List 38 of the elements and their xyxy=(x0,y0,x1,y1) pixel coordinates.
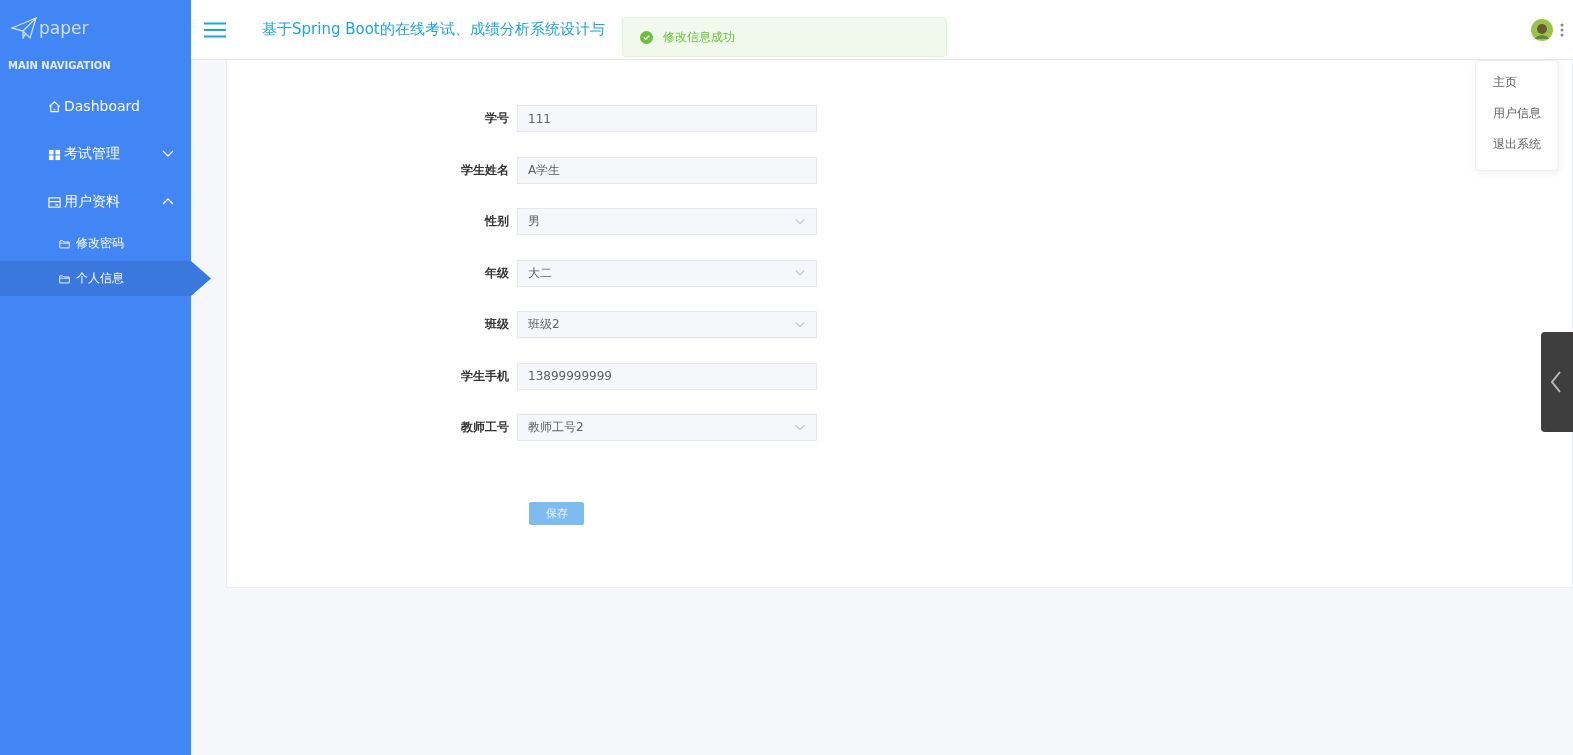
folder-icon xyxy=(59,238,70,249)
folder-icon xyxy=(59,273,70,284)
logo-text: paper xyxy=(39,18,89,38)
app-title: 基于Spring Boot的在线考试、成绩分析系统设计与 xyxy=(262,20,605,39)
input-field[interactable]: 13899999999 xyxy=(517,362,817,390)
field-label: 学生姓名 xyxy=(460,161,510,179)
field-label: 学生手机 xyxy=(460,367,510,385)
sidebar-subitem[interactable]: 修改密码 xyxy=(0,226,191,261)
paper-plane-icon xyxy=(11,17,37,39)
select-field[interactable]: 大二 xyxy=(517,259,817,287)
toast-message: 修改信息成功 xyxy=(663,28,735,46)
sidebar-item[interactable]: Dashboard xyxy=(0,82,191,130)
input-field[interactable]: A学生 xyxy=(517,156,817,184)
field-label: 性别 xyxy=(483,213,510,230)
field-label: 班级 xyxy=(483,316,510,333)
side-drawer-tab[interactable] xyxy=(1541,332,1573,432)
avatar-icon[interactable] xyxy=(1531,18,1553,41)
sidebar-item[interactable]: 考试管理 xyxy=(0,130,191,178)
chevron-left-icon xyxy=(1549,370,1563,394)
more-icon[interactable] xyxy=(1559,22,1565,37)
menu-icon[interactable] xyxy=(204,21,226,38)
grid-icon xyxy=(48,147,61,161)
dropdown-item[interactable]: 退出系统 xyxy=(1476,131,1558,162)
select-field[interactable]: 班级2 xyxy=(517,311,817,338)
field-label: 教师工号 xyxy=(460,419,510,436)
card-icon xyxy=(48,195,61,209)
dropdown-item[interactable]: 用户信息 xyxy=(1476,100,1558,131)
sidebar-subitem[interactable]: 个人信息 xyxy=(0,261,211,296)
section-title: MAIN NAVIGATION xyxy=(7,59,112,73)
field-label: 学号 xyxy=(484,110,510,127)
dropdown-item[interactable]: 主页 xyxy=(1476,69,1558,100)
field-label: 年级 xyxy=(484,264,510,282)
sidebar-item[interactable]: 用户资料 xyxy=(0,178,191,226)
check-icon xyxy=(640,30,653,44)
input-field[interactable]: 111 xyxy=(517,105,817,132)
select-field[interactable]: 教师工号2 xyxy=(517,414,817,441)
select-field[interactable]: 男 xyxy=(517,208,817,235)
home-icon xyxy=(48,99,61,113)
